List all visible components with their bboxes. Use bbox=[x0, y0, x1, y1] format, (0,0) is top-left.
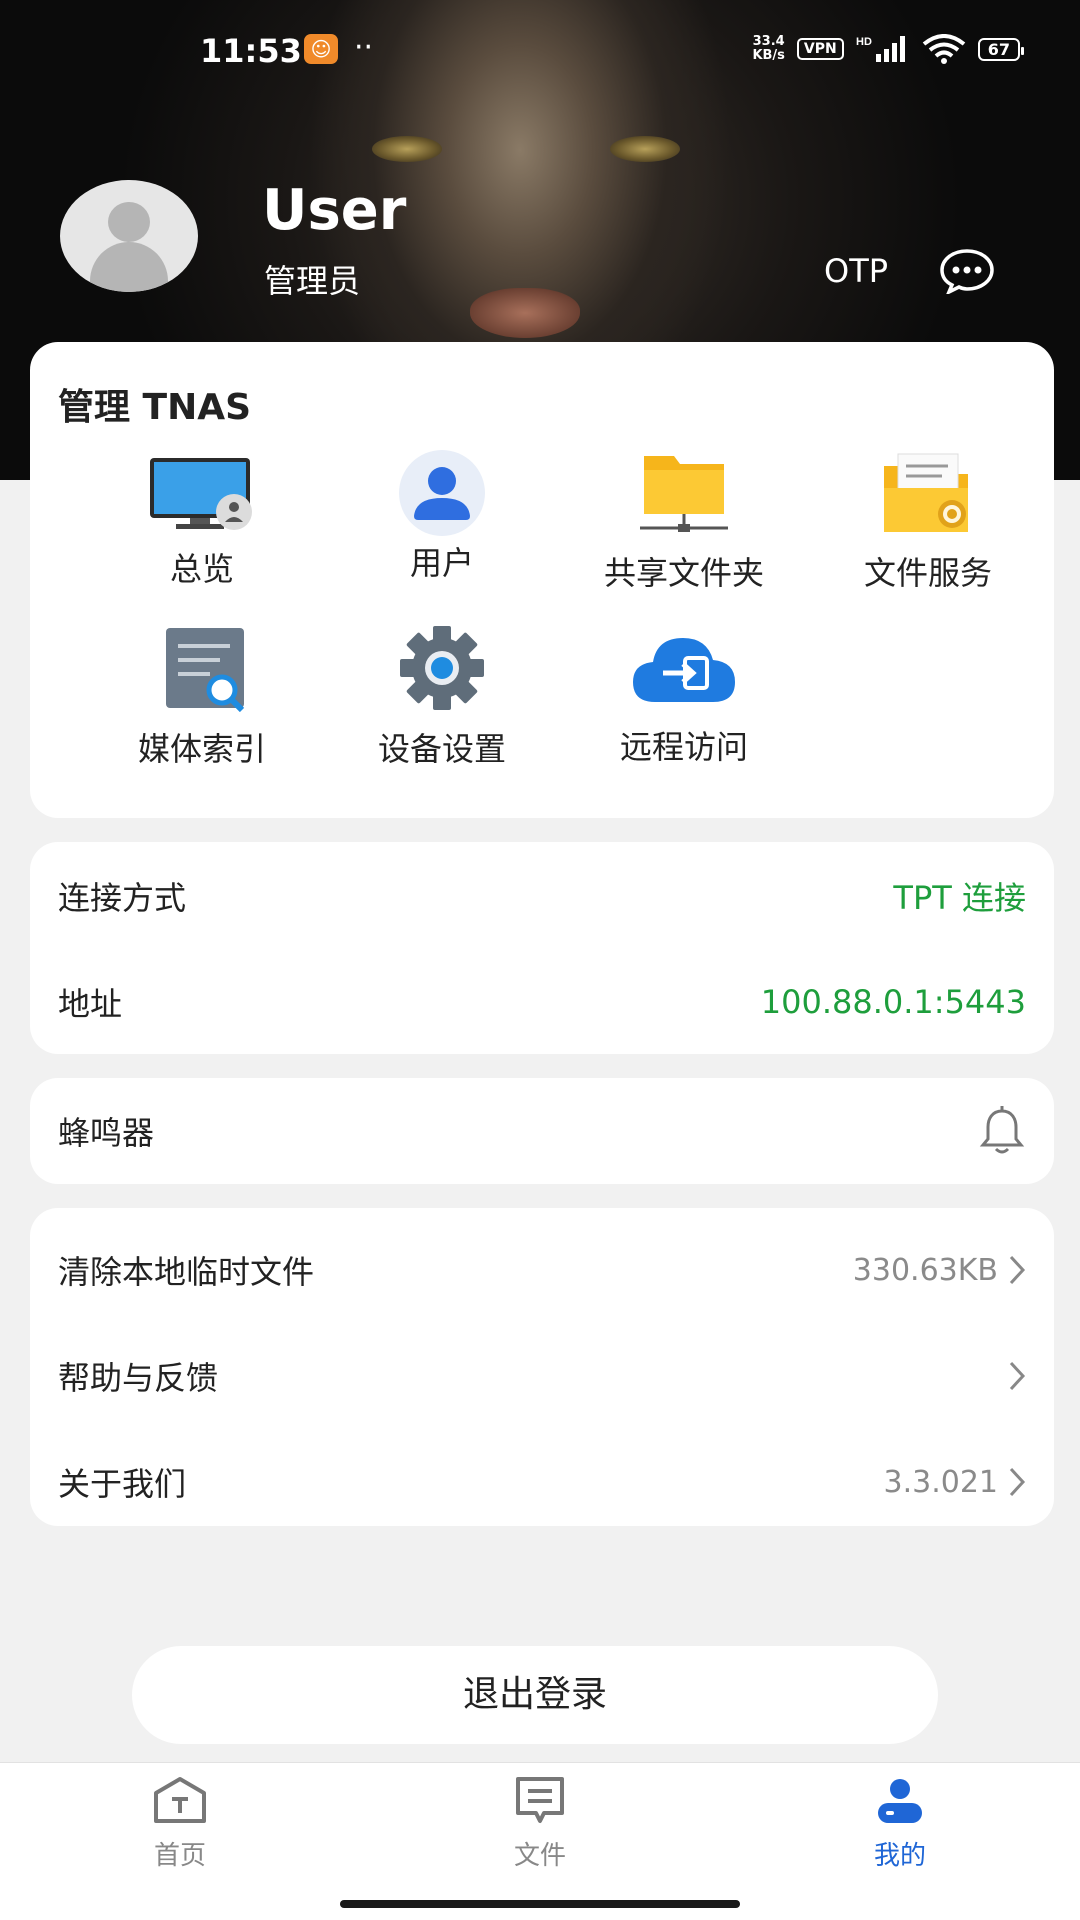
manage-tnas-card: 管理 TNAS 总览 用户 共享文件夹 文件服务 媒体索引 设备设置 远程访问 bbox=[30, 342, 1054, 818]
hero-nose bbox=[470, 288, 580, 338]
tile-label-device-settings: 设备设置 bbox=[377, 730, 506, 768]
tile-shared-folders[interactable]: 共享文件夹 bbox=[564, 452, 804, 602]
app-version: 3.3.021 bbox=[883, 1464, 998, 1500]
user-name: User bbox=[262, 178, 407, 243]
shared-folder-icon bbox=[640, 456, 728, 532]
network-speed-value: 33.4 bbox=[752, 34, 785, 49]
network-speed: 33.4 KB/s bbox=[752, 35, 784, 63]
connection-method-row: 连接方式 TPT 连接 bbox=[58, 866, 1026, 926]
wifi-icon bbox=[922, 34, 965, 64]
tile-overview[interactable]: 总览 bbox=[82, 454, 322, 604]
chevron-right-icon bbox=[1009, 1361, 1026, 1391]
tile-label-file-services: 文件服务 bbox=[863, 554, 992, 592]
vpn-icon: VPN bbox=[796, 38, 844, 60]
bottom-tab-bar: 首页 文件 我的 bbox=[0, 1762, 1080, 1920]
status-time: 11:53 bbox=[200, 32, 302, 70]
about-us-label: 关于我们 bbox=[58, 1465, 187, 1503]
connection-method-label: 连接方式 bbox=[58, 879, 187, 917]
home-icon bbox=[154, 1777, 206, 1823]
otp-button[interactable]: OTP bbox=[824, 252, 888, 290]
avatar[interactable] bbox=[60, 180, 198, 292]
tile-label-remote-access: 远程访问 bbox=[619, 728, 748, 766]
connection-card: 连接方式 TPT 连接 地址 100.88.0.1:5443 bbox=[30, 842, 1054, 1054]
message-icon[interactable] bbox=[938, 248, 996, 294]
address-row: 地址 100.88.0.1:5443 bbox=[58, 972, 1026, 1032]
tile-device-settings[interactable]: 设备设置 bbox=[322, 624, 562, 774]
hero-eye-right bbox=[610, 136, 680, 162]
hero-eye-left bbox=[372, 136, 442, 162]
clear-cache-value: 330.63KB bbox=[852, 1252, 998, 1288]
about-us-row[interactable]: 关于我们 3.3.021 bbox=[58, 1452, 1026, 1512]
tile-label-users: 用户 bbox=[409, 544, 474, 582]
settings-card: 清除本地临时文件 330.63KB 帮助与反馈 关于我们 3.3.021 bbox=[30, 1208, 1054, 1526]
buzzer-row[interactable]: 蜂鸣器 bbox=[58, 1101, 1026, 1161]
app-notification-icon: ☺ bbox=[304, 34, 338, 64]
logout-button[interactable]: 退出登录 bbox=[132, 1646, 938, 1744]
tab-profile[interactable]: 我的 bbox=[820, 1775, 980, 1872]
avatar-head bbox=[108, 202, 150, 242]
home-indicator bbox=[340, 1900, 740, 1908]
monitor-icon bbox=[150, 458, 252, 530]
chevron-right-icon bbox=[1009, 1467, 1026, 1497]
tile-remote-access[interactable]: 远程访问 bbox=[564, 628, 804, 778]
manage-title: 管理 TNAS bbox=[58, 387, 252, 428]
tile-media-index[interactable]: 媒体索引 bbox=[82, 626, 322, 776]
user-icon bbox=[399, 450, 485, 536]
buzzer-card: 蜂鸣器 bbox=[30, 1078, 1054, 1184]
about-us-value-group: 3.3.021 bbox=[883, 1465, 1026, 1500]
chevron-right-icon bbox=[1009, 1255, 1026, 1285]
signal-icon: HD bbox=[856, 36, 905, 62]
clear-cache-row[interactable]: 清除本地临时文件 330.63KB bbox=[58, 1240, 1026, 1300]
profile-icon bbox=[878, 1779, 922, 1823]
address-value: 100.88.0.1:5443 bbox=[760, 983, 1026, 1021]
tile-label-overview: 总览 bbox=[169, 550, 234, 588]
bell-icon[interactable] bbox=[978, 1105, 1026, 1157]
help-feedback-label: 帮助与反馈 bbox=[58, 1359, 219, 1397]
tab-files[interactable]: 文件 bbox=[460, 1775, 620, 1872]
status-bar: 11:53 ☺ ·· 33.4 KB/s VPN HD 67 bbox=[0, 0, 1080, 100]
connection-method-value: TPT 连接 bbox=[893, 879, 1026, 917]
cloud-access-icon bbox=[633, 638, 735, 702]
network-speed-unit: KB/s bbox=[752, 48, 785, 63]
gear-icon bbox=[400, 626, 484, 710]
file-service-icon bbox=[884, 453, 968, 532]
tab-files-label: 文件 bbox=[513, 1841, 566, 1871]
clear-cache-value-group: 330.63KB bbox=[853, 1253, 1026, 1288]
help-feedback-row[interactable]: 帮助与反馈 bbox=[58, 1346, 1026, 1406]
buzzer-label: 蜂鸣器 bbox=[58, 1114, 155, 1152]
tile-label-media-index: 媒体索引 bbox=[137, 730, 266, 768]
more-notifications-indicator: ·· bbox=[354, 30, 374, 65]
tile-file-services[interactable]: 文件服务 bbox=[808, 452, 1048, 602]
clear-cache-label: 清除本地临时文件 bbox=[58, 1253, 315, 1291]
signal-hd-label: HD bbox=[856, 36, 872, 48]
tab-home[interactable]: 首页 bbox=[100, 1775, 260, 1872]
status-indicators: 33.4 KB/s VPN HD 67 bbox=[752, 34, 1025, 64]
address-label: 地址 bbox=[58, 985, 123, 1023]
tile-label-shared-folders: 共享文件夹 bbox=[603, 554, 764, 592]
tab-home-label: 首页 bbox=[153, 1841, 206, 1871]
user-role: 管理员 bbox=[264, 262, 361, 300]
avatar-body bbox=[90, 242, 168, 292]
files-icon bbox=[516, 1777, 564, 1823]
tab-profile-label: 我的 bbox=[873, 1841, 926, 1871]
tile-users[interactable]: 用户 bbox=[322, 448, 562, 598]
battery-icon: 67 bbox=[977, 37, 1025, 61]
media-index-icon bbox=[166, 628, 245, 712]
